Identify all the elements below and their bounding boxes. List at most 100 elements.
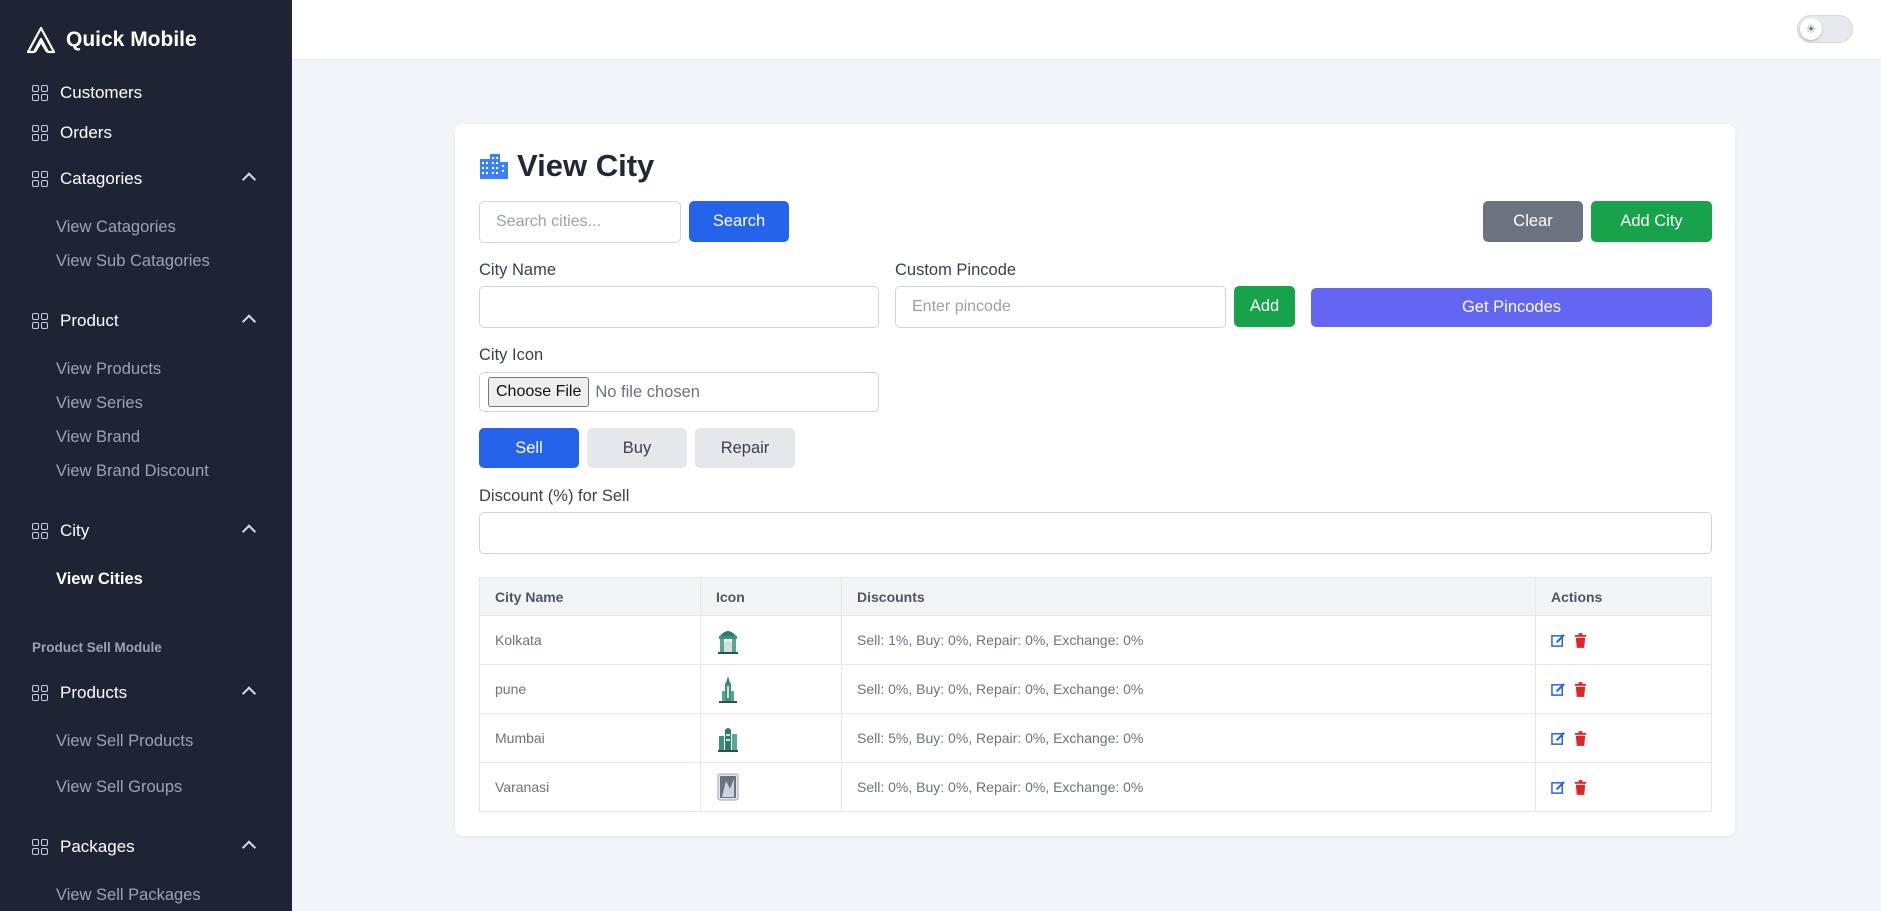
- search-button[interactable]: Search: [689, 201, 789, 242]
- chevron-up-icon: [241, 840, 257, 855]
- actions-cell: [1535, 615, 1712, 665]
- discounts-cell: Sell: 1%, Buy: 0%, Repair: 0%, Exchange:…: [841, 615, 1536, 665]
- actions-cell: [1535, 762, 1712, 812]
- sidebar-subitem-view-brand-discount[interactable]: View Brand Discount: [56, 462, 209, 481]
- table-row: Kolkata Sell: 1%, Buy: 0%, Repair: 0%, E…: [479, 615, 1712, 665]
- sidebar-item-customers[interactable]: Customers: [32, 83, 254, 103]
- sidebar-item-product[interactable]: Product: [32, 311, 257, 331]
- sidebar-subitem-view-sell-groups[interactable]: View Sell Groups: [56, 778, 182, 797]
- actions-cell: [1535, 713, 1712, 763]
- sidebar-item-products[interactable]: Products: [32, 683, 257, 703]
- city-name-cell: Mumbai: [479, 713, 701, 763]
- table-row: Mumbai Sell: 5%, Buy: 0%, Repair: 0%, Ex…: [479, 713, 1712, 763]
- sidebar-item-label: Orders: [60, 123, 112, 142]
- sun-icon: ☀: [1800, 18, 1822, 40]
- sidebar-subitem-view-sell-packages[interactable]: View Sell Packages: [56, 886, 201, 905]
- kolkata-monument-icon: [718, 631, 738, 654]
- custom-pincode-label: Custom Pincode: [895, 261, 1017, 279]
- column-header-icon: Icon: [700, 577, 842, 616]
- sidebar-section-label: Product Sell Module: [32, 640, 162, 655]
- chevron-up-icon: [241, 314, 257, 329]
- sidebar-subitem-view-catagories[interactable]: View Catagories: [56, 218, 176, 237]
- sidebar-item-label: Customers: [60, 83, 143, 102]
- view-city-card: View City Search Clear Add City City Nam…: [455, 124, 1735, 836]
- discounts-cell: Sell: 5%, Buy: 0%, Repair: 0%, Exchange:…: [841, 713, 1536, 763]
- delete-icon[interactable]: [1574, 681, 1587, 697]
- table-header-row: City Name Icon Discounts Actions: [479, 577, 1712, 616]
- sidebar-item-label: Products: [60, 683, 128, 702]
- city-name-cell: Varanasi: [479, 762, 701, 812]
- tab-buy[interactable]: Buy: [587, 428, 687, 468]
- table-row: Varanasi Sell: 0%, Buy: 0%, Repair: 0%, …: [479, 762, 1712, 812]
- edit-icon[interactable]: [1551, 780, 1566, 795]
- grid-icon: [32, 839, 48, 855]
- brand[interactable]: Quick Mobile: [26, 26, 197, 54]
- sidebar-item-label: Product: [60, 311, 119, 330]
- city-icon-cell: [700, 664, 842, 714]
- sidebar-item-catagories[interactable]: Catagories: [32, 169, 257, 189]
- chevron-up-icon: [241, 172, 257, 187]
- edit-icon[interactable]: [1551, 731, 1566, 746]
- sidebar-subitem-view-brand[interactable]: View Brand: [56, 428, 140, 447]
- mumbai-skyline-icon: [718, 728, 738, 752]
- tab-repair[interactable]: Repair: [695, 428, 795, 468]
- pincode-input[interactable]: [895, 286, 1226, 328]
- edit-icon[interactable]: [1551, 633, 1566, 648]
- city-name-cell: Kolkata: [479, 615, 701, 665]
- edit-icon[interactable]: [1551, 682, 1566, 697]
- sidebar: Quick Mobile Customers Orders Catagories…: [0, 0, 292, 911]
- discount-input[interactable]: [479, 512, 1712, 554]
- sidebar-item-packages[interactable]: Packages: [32, 837, 257, 857]
- city-icon-cell: [700, 762, 842, 812]
- column-header-actions: Actions: [1535, 577, 1712, 616]
- column-header-city-name: City Name: [479, 577, 701, 616]
- theme-toggle[interactable]: ☀: [1797, 15, 1853, 43]
- clear-button[interactable]: Clear: [1483, 201, 1583, 242]
- sidebar-subitem-view-sub-catagories[interactable]: View Sub Catagories: [56, 252, 210, 271]
- get-pincodes-button[interactable]: Get Pincodes: [1311, 288, 1712, 327]
- topbar: ☀: [292, 0, 1881, 60]
- city-name-label: City Name: [479, 261, 557, 279]
- delete-icon[interactable]: [1574, 730, 1587, 746]
- page-title-text: View City: [517, 148, 655, 183]
- add-pincode-button[interactable]: Add: [1234, 286, 1295, 327]
- brand-logo-icon: [26, 26, 56, 54]
- discount-label: Discount (%) for Sell: [479, 487, 630, 505]
- page-title: View City: [479, 148, 654, 184]
- actions-cell: [1535, 664, 1712, 714]
- grid-icon: [32, 313, 48, 329]
- sidebar-subitem-view-cities[interactable]: View Cities: [56, 570, 143, 589]
- chevron-up-icon: [241, 524, 257, 539]
- tab-sell[interactable]: Sell: [479, 428, 579, 468]
- chevron-up-icon: [241, 686, 257, 701]
- city-name-input[interactable]: [479, 286, 879, 328]
- choose-file-button[interactable]: Choose File: [488, 377, 590, 407]
- building-icon: [480, 154, 508, 179]
- discounts-cell: Sell: 0%, Buy: 0%, Repair: 0%, Exchange:…: [841, 664, 1536, 714]
- delete-icon[interactable]: [1574, 779, 1587, 795]
- discounts-cell: Sell: 0%, Buy: 0%, Repair: 0%, Exchange:…: [841, 762, 1536, 812]
- sidebar-subitem-view-series[interactable]: View Series: [56, 394, 143, 413]
- sidebar-item-label: City: [60, 521, 90, 540]
- sidebar-subitem-view-products[interactable]: View Products: [56, 360, 161, 379]
- grid-icon: [32, 523, 48, 539]
- grid-icon: [32, 171, 48, 187]
- grid-icon: [32, 685, 48, 701]
- city-icon-label: City Icon: [479, 346, 544, 364]
- add-city-button[interactable]: Add City: [1591, 201, 1712, 242]
- sidebar-item-label: Catagories: [60, 169, 143, 188]
- city-icon-cell: [700, 615, 842, 665]
- varanasi-photo-icon: [717, 773, 739, 801]
- sidebar-subitem-view-sell-products[interactable]: View Sell Products: [56, 732, 193, 751]
- city-icon-file-input[interactable]: Choose File No file chosen: [479, 372, 879, 412]
- city-name-cell: pune: [479, 664, 701, 714]
- table-row: pune Sell: 0%, Buy: 0%, Repair: 0%, Exch…: [479, 664, 1712, 714]
- delete-icon[interactable]: [1574, 632, 1587, 648]
- sidebar-item-orders[interactable]: Orders: [32, 123, 254, 143]
- sidebar-item-city[interactable]: City: [32, 521, 257, 541]
- grid-icon: [32, 125, 48, 141]
- sidebar-item-label: Packages: [60, 837, 135, 856]
- pune-tower-icon: [719, 676, 737, 703]
- column-header-discounts: Discounts: [841, 577, 1536, 616]
- search-input[interactable]: [479, 201, 681, 243]
